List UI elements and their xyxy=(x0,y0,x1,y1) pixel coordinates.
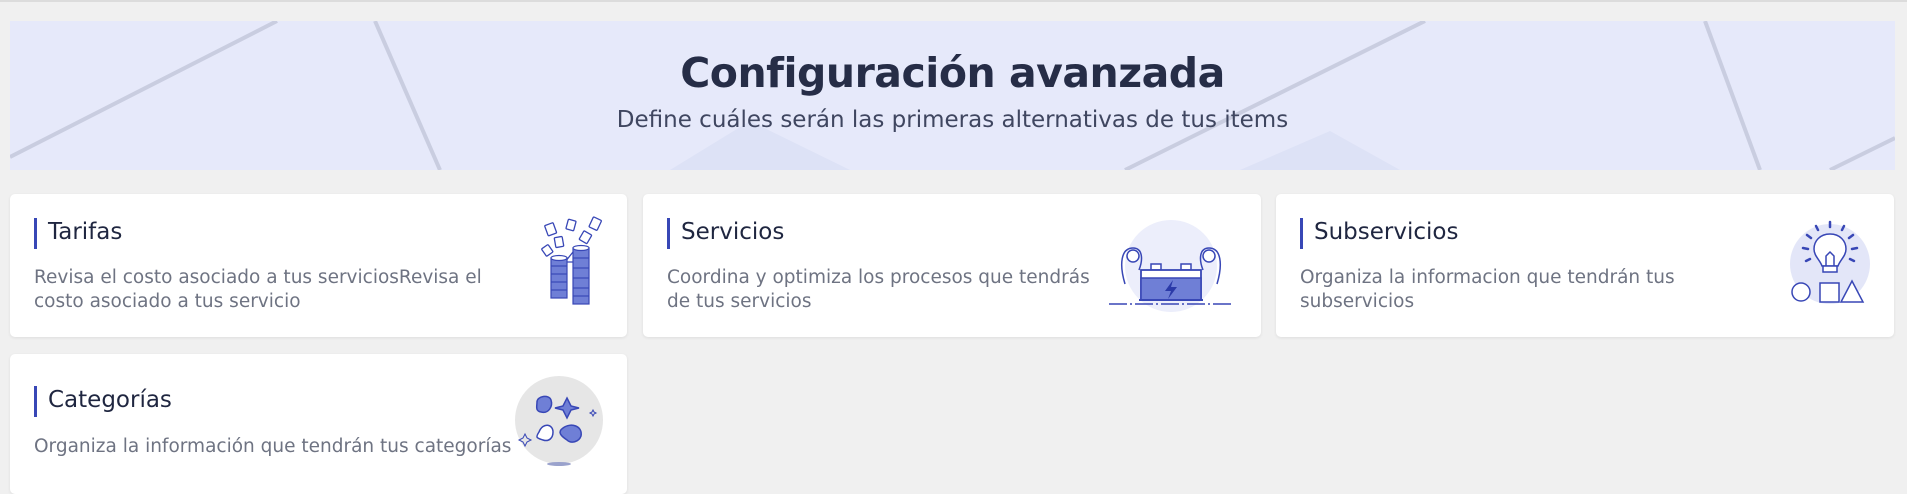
card-title: Subservicios xyxy=(1314,219,1459,245)
card-categorias[interactable]: Categorías Organiza la información que t… xyxy=(10,354,627,494)
page-title: Configuración avanzada xyxy=(680,49,1225,97)
money-stacks-icon xyxy=(541,216,602,305)
card-description: Coordina y optimiza los procesos que ten… xyxy=(667,267,1090,312)
card-servicios[interactable]: Servicios Coordina y optimiza los proces… xyxy=(643,194,1261,337)
card-tarifas[interactable]: Tarifas Revisa el costo asociado a tus s… xyxy=(10,194,627,337)
shapes-icon xyxy=(515,376,603,466)
card-subservicios[interactable]: Subservicios Organiza la informacion que… xyxy=(1276,194,1894,337)
card-accent-bar xyxy=(1300,218,1303,249)
card-description: Revisa el costo asociado a tus servicios… xyxy=(34,267,482,312)
card-accent-bar xyxy=(34,218,37,249)
card-accent-bar xyxy=(34,386,37,417)
lightbulb-shapes-icon xyxy=(1790,220,1870,304)
card-accent-bar xyxy=(667,218,670,249)
top-divider xyxy=(0,0,1907,2)
card-description: Organiza la información que tendrán tus … xyxy=(34,436,512,457)
hero-banner: Configuración avanzada Define cuáles ser… xyxy=(10,21,1895,170)
card-title: Tarifas xyxy=(48,219,123,245)
card-description: Organiza la informacion que tendrán tus … xyxy=(1300,267,1675,312)
page-subtitle: Define cuáles serán las primeras alterna… xyxy=(616,107,1289,133)
battery-icon xyxy=(1109,220,1233,312)
card-title: Servicios xyxy=(681,219,785,245)
card-title: Categorías xyxy=(48,387,172,413)
